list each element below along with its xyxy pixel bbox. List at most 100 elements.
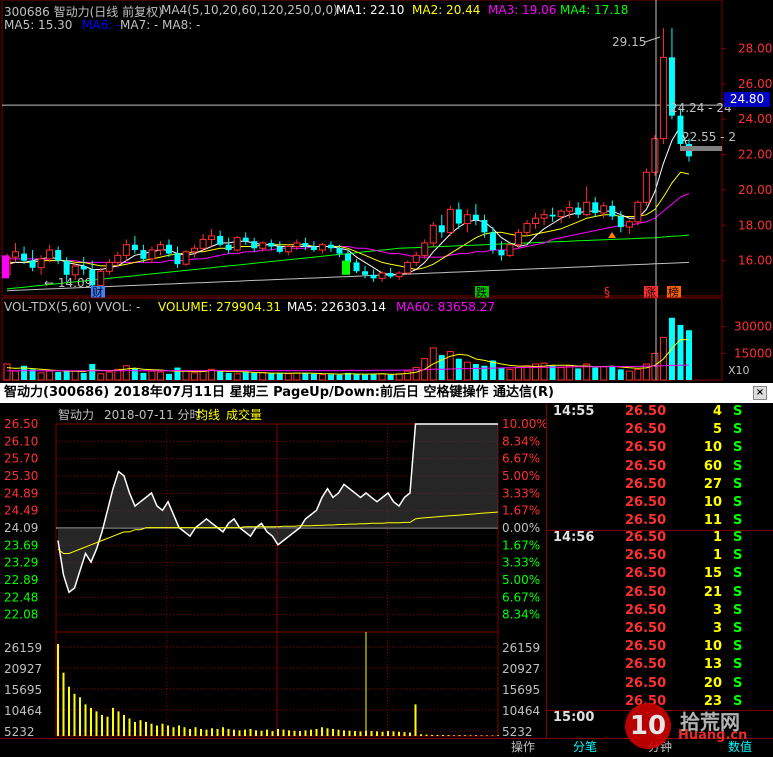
- tick-row[interactable]: 26.50 1 S: [553, 530, 758, 548]
- tick-price: 26.50: [625, 639, 667, 655]
- intraday-price-tick: 25.30: [4, 469, 38, 483]
- tick-volume: 11: [703, 513, 722, 529]
- intraday-price-tick: 23.29: [4, 556, 38, 570]
- tick-side: S: [733, 458, 743, 474]
- tick-price: 26.50: [625, 548, 667, 564]
- intraday-vol-tick-right: 26159: [502, 641, 540, 655]
- intraday-pct-tick: 3.33%: [502, 486, 540, 500]
- tick-side: S: [733, 621, 743, 636]
- tick-price: 26.50: [625, 476, 667, 492]
- intraday-vol-tick: 5232: [4, 725, 35, 739]
- tick-time-3: 15:00: [553, 710, 595, 725]
- tick-volume: 3: [712, 602, 722, 618]
- intraday-price-tick: 24.89: [4, 486, 38, 500]
- intraday-vol-tick: 15695: [4, 683, 42, 697]
- tick-volume: 1: [712, 530, 722, 545]
- intraday-price-tick: 26.50: [4, 417, 38, 431]
- tick-side: S: [733, 639, 743, 655]
- intraday-price-area: [58, 424, 498, 593]
- intraday-pct-tick: 6.67%: [502, 452, 540, 466]
- tick-side: S: [733, 404, 743, 419]
- intraday-vol-tick: 26159: [4, 641, 42, 655]
- tab-fenbi[interactable]: 分笔: [555, 738, 615, 756]
- tick-row[interactable]: 26.50 3 S: [553, 621, 758, 639]
- tick-side: S: [733, 602, 743, 618]
- tick-volume: 21: [703, 584, 722, 600]
- tick-volume: 1: [712, 548, 722, 564]
- tick-row[interactable]: 26.50 11 S: [553, 513, 758, 531]
- intraday-vol-tick: 10464: [4, 704, 42, 718]
- intraday-pct-tick: 5.00%: [502, 469, 540, 483]
- tick-side: S: [733, 476, 743, 492]
- intraday-price-tick: 25.70: [4, 452, 38, 466]
- tick-price: 26.50: [625, 530, 667, 545]
- tick-side: S: [733, 513, 743, 529]
- tick-side: S: [733, 422, 743, 438]
- tick-volume: 3: [712, 621, 722, 636]
- tick-side: S: [733, 548, 743, 564]
- tick-volume: 27: [703, 476, 722, 492]
- intraday-price-tick: 26.10: [4, 434, 38, 448]
- intraday-avg-label: 均线: [196, 408, 221, 422]
- tick-volume: 20: [703, 675, 722, 691]
- intraday-vol-tick-right: 20927: [502, 662, 540, 676]
- tick-price: 26.50: [625, 422, 667, 438]
- tick-row[interactable]: 26.50 20 S: [553, 676, 758, 694]
- intraday-price-tick: 24.49: [4, 504, 38, 518]
- tick-row[interactable]: 26.50 27 S: [553, 477, 758, 495]
- tick-price: 26.50: [625, 404, 667, 419]
- intraday-date: 2018-07-11 分时: [104, 408, 202, 422]
- tick-row[interactable]: 26.50 4 S: [553, 404, 758, 422]
- tick-row[interactable]: 26.50 21 S: [553, 585, 758, 603]
- tick-volume: 10: [703, 639, 722, 655]
- tick-volume: 13: [703, 657, 722, 673]
- tick-volume: 5: [712, 422, 722, 438]
- intraday-pct-tick: 0.00%: [502, 521, 540, 535]
- tick-price: 26.50: [625, 513, 667, 529]
- intraday-pct-tick: 8.34%: [502, 434, 540, 448]
- tick-row[interactable]: 26.50 3 S: [553, 603, 758, 621]
- intraday-price-tick: 24.09: [4, 521, 38, 535]
- tick-side: S: [733, 440, 743, 456]
- tick-price: 26.50: [625, 602, 667, 618]
- intraday-pct-tick: 10.00%: [502, 417, 548, 431]
- tick-volume: 10: [703, 495, 722, 510]
- tick-price: 26.50: [625, 566, 667, 582]
- tick-row[interactable]: 26.50 10 S: [553, 440, 758, 458]
- tick-price: 26.50: [625, 657, 667, 673]
- watermark-logo: 10: [625, 703, 671, 749]
- watermark-domain: Huang.cn: [678, 728, 748, 743]
- tick-row[interactable]: 26.50 10 S: [553, 495, 758, 513]
- tick-price: 26.50: [625, 495, 667, 510]
- intraday-pct-tick: 1.67%: [502, 504, 540, 518]
- tick-side: S: [733, 566, 743, 582]
- tick-volume: 4: [712, 404, 722, 419]
- tick-price: 26.50: [625, 458, 667, 474]
- intraday-name: 智动力: [58, 408, 95, 422]
- intraday-price-tick: 22.89: [4, 573, 38, 587]
- tick-row[interactable]: 26.50 5 S: [553, 422, 758, 440]
- tick-volume: 15: [703, 566, 722, 582]
- tick-row[interactable]: 26.50 10 S: [553, 639, 758, 657]
- intraday-price-tick: 23.69: [4, 538, 38, 552]
- tick-volume: 60: [703, 458, 722, 474]
- tick-price: 26.50: [625, 621, 667, 636]
- intraday-vol-tick-right: 10464: [502, 704, 540, 718]
- tick-side: S: [733, 530, 743, 545]
- tick-row[interactable]: 26.50 15 S: [553, 566, 758, 584]
- tick-price: 26.50: [625, 584, 667, 600]
- tick-volume: 10: [703, 440, 722, 456]
- tab-caozuo[interactable]: 操作: [500, 738, 546, 756]
- tick-side: S: [733, 675, 743, 691]
- intraday-vol-tick-right: 15695: [502, 683, 540, 697]
- intraday-pct-tick: 8.34%: [502, 608, 540, 622]
- tick-row[interactable]: 26.50 13 S: [553, 657, 758, 675]
- tick-side: S: [733, 584, 743, 600]
- intraday-pct-tick: 1.67%: [502, 538, 540, 552]
- intraday-pct-tick: 5.00%: [502, 573, 540, 587]
- intraday-price-tick: 22.08: [4, 608, 38, 622]
- tick-row[interactable]: 26.50 60 S: [553, 459, 758, 477]
- intraday-pct-tick: 6.67%: [502, 590, 540, 604]
- tick-row[interactable]: 26.50 1 S: [553, 548, 758, 566]
- intraday-vol-tick: 20927: [4, 662, 42, 676]
